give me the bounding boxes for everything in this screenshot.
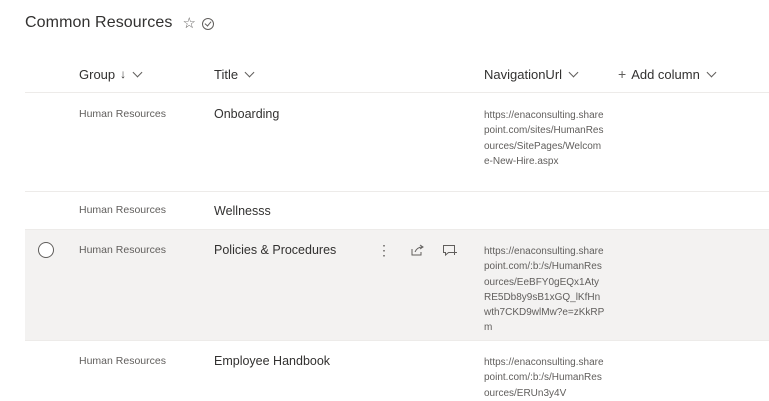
column-header-group[interactable]: Group ↓	[79, 58, 143, 90]
column-header-row: Group ↓ Title NavigationUrl + Add column	[25, 58, 769, 93]
cell-group: Human Resources	[79, 108, 166, 120]
plus-icon: +	[618, 66, 627, 82]
table-row[interactable]: Human Resources Policies & Procedures ⋮ …	[25, 230, 769, 341]
cell-title[interactable]: Employee Handbook	[214, 354, 330, 368]
row-actions: ⋮	[375, 241, 474, 259]
cell-title[interactable]: Wellnesss	[214, 204, 271, 218]
cell-navigation-url[interactable]: https://enaconsulting.sharepoint.com/:b:…	[484, 355, 606, 401]
chevron-down-icon	[244, 67, 255, 77]
cell-title[interactable]: Onboarding	[214, 107, 279, 121]
row-select-radio[interactable]	[38, 242, 54, 258]
add-column-button[interactable]: + Add column	[618, 58, 717, 90]
list-header: Common Resources ☆	[25, 12, 214, 34]
chevron-down-icon	[706, 67, 717, 77]
cell-group: Human Resources	[79, 355, 166, 367]
more-options-icon[interactable]: ⋮	[375, 241, 393, 259]
cell-navigation-url[interactable]: https://enaconsulting.sharepoint.com/sit…	[484, 108, 606, 169]
column-header-navigationurl-label: NavigationUrl	[484, 66, 563, 82]
share-icon[interactable]	[408, 241, 426, 259]
cell-group: Human Resources	[79, 204, 166, 216]
cell-group: Human Resources	[79, 244, 166, 256]
comment-add-icon[interactable]	[441, 241, 459, 259]
cell-navigation-url[interactable]: https://enaconsulting.sharepoint.com/:b:…	[484, 244, 606, 336]
cell-title[interactable]: Policies & Procedures	[214, 243, 336, 257]
table-row[interactable]: Human Resources Onboarding https://enaco…	[25, 94, 769, 192]
star-icon[interactable]: ☆	[182, 16, 195, 31]
column-header-group-label: Group	[79, 66, 116, 82]
verified-check-icon[interactable]	[201, 18, 214, 30]
column-header-title-label: Title	[214, 66, 239, 82]
table-row[interactable]: Human Resources Employee Handbook https:…	[25, 341, 769, 401]
chevron-down-icon	[132, 67, 143, 77]
sort-descending-icon: ↓	[120, 67, 127, 81]
table-row[interactable]: Human Resources Wellnesss	[25, 192, 769, 230]
page-title: Common Resources	[25, 14, 173, 31]
column-header-title[interactable]: Title	[214, 58, 255, 90]
column-header-navigationurl[interactable]: NavigationUrl	[484, 58, 579, 90]
add-column-label: Add column	[631, 66, 700, 82]
chevron-down-icon	[568, 67, 579, 77]
